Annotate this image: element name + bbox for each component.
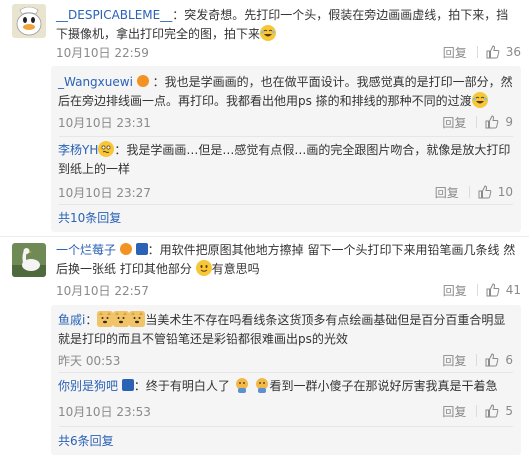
reply-button[interactable]: 回复 [443, 282, 467, 299]
username-link[interactable]: 李杨YH [58, 143, 98, 157]
reply-time: 昨天 00:53 [58, 354, 121, 368]
reply-divider [59, 372, 513, 373]
username-link[interactable]: 鱼戚i [58, 313, 85, 327]
fan-badge-icon [121, 379, 134, 391]
action-divider [476, 354, 478, 366]
reply-item: 鱼戚i： 当美术生不存在吗看线条这货顶多有点绘画基础但是百分百重合明显就是打印的而… [51, 305, 521, 371]
laugh-emoji-icon [471, 92, 488, 108]
like-button[interactable]: 9 [485, 115, 513, 129]
like-icon [486, 45, 500, 59]
like-button[interactable]: 36 [486, 45, 521, 59]
reply-meta: 昨天 00:53 回复 6 [58, 352, 513, 368]
reply-divider [59, 204, 513, 205]
comment: 一个烂莓子 ：用软件把原图其他地方擦掉 留下一个头打印下来用铅笔画几条线 然后换… [0, 238, 529, 455]
member-badge-icon [119, 243, 132, 255]
goose-avatar-icon [12, 243, 46, 277]
like-count: 36 [505, 45, 521, 59]
like-icon [485, 404, 499, 418]
like-button[interactable]: 5 [485, 404, 513, 418]
reply-item: _Wangxuewi ：我也是学画画的，也在做平面设计。我感觉真的是打印一部分，… [51, 66, 521, 134]
doge-emoji-icon [129, 311, 146, 327]
doge-emoji-icon [113, 311, 130, 327]
username-link[interactable]: __DESPICABLEME__ [56, 8, 172, 22]
reply-meta: 10月10日 23:31 回复 9 [58, 114, 513, 130]
comment-text: 一个烂莓子 ：用软件把原图其他地方擦掉 留下一个头打印下来用铅笔画几条线 然后换… [56, 241, 516, 279]
avatar[interactable] [12, 4, 46, 38]
action-divider [468, 186, 470, 198]
action-divider [476, 405, 478, 417]
comment-time: 10月10日 22:59 [56, 46, 149, 60]
comment: __DESPICABLEME__：突发奇想。先打印一个头，假装在旁边画画虚线，拍… [0, 0, 529, 232]
comment-meta: 10月10日 22:59 回复 36 [56, 44, 521, 60]
reply-text: 鱼戚i： 当美术生不存在吗看线条这货顶多有点绘画基础但是百分百重合明显就是打印的而… [58, 311, 513, 349]
dog-emoji-icon [254, 377, 270, 393]
reply-thread: 鱼戚i： 当美术生不存在吗看线条这货顶多有点绘画基础但是百分百重合明显就是打印的而… [51, 305, 521, 455]
reply-divider [59, 136, 513, 137]
laugh-emoji-icon [260, 25, 277, 41]
action-divider [476, 116, 478, 128]
reply-button[interactable]: 回复 [443, 44, 467, 61]
view-more-replies-link[interactable]: 共10条回复 [58, 209, 121, 226]
action-divider [476, 46, 478, 58]
confused-emoji-icon [98, 141, 115, 157]
like-icon [478, 185, 492, 199]
reply-button[interactable]: 回复 [442, 403, 466, 420]
like-button[interactable]: 41 [486, 283, 521, 297]
reply-thread: _Wangxuewi ：我也是学画画的，也在做平面设计。我感觉真的是打印一部分，… [51, 66, 521, 232]
reply-body: ：我是学画画…但是…感觉有点假…画的完全跟图片吻合，就像是放大打印到纸上的一样 [58, 143, 511, 176]
reply-divider [59, 426, 513, 427]
avatar[interactable] [12, 243, 46, 277]
username-link[interactable]: 你别是狗吧 [58, 379, 118, 393]
reply-text: 李杨YH ：我是学画画…但是…感觉有点假…画的完全跟图片吻合，就像是放大打印到纸上… [58, 141, 513, 179]
comment-text: __DESPICABLEME__：突发奇想。先打印一个头，假装在旁边画画虚线，拍… [56, 6, 516, 44]
like-count: 5 [505, 404, 513, 418]
reply-colon: ： [85, 313, 98, 327]
comment-meta: 10月10日 22:57 回复 41 [56, 282, 521, 298]
like-icon [485, 115, 499, 129]
view-more-replies-link[interactable]: 共6条回复 [58, 432, 114, 449]
comment-divider [0, 236, 529, 237]
reply-meta: 10月10日 23:53 回复 5 [58, 403, 513, 419]
reply-item: 你别是狗吧 ：终于有明白人了 看到一群小傻子在那说好厉害我真是干着急 10月10… [51, 375, 521, 425]
reply-button[interactable]: 回复 [442, 114, 466, 131]
like-icon [485, 353, 499, 367]
reply-time: 10月10日 23:27 [58, 186, 151, 200]
reply-time: 10月10日 23:31 [58, 116, 151, 130]
like-icon [486, 283, 500, 297]
doge-emoji-icon [97, 311, 114, 327]
reply-button[interactable]: 回复 [435, 184, 459, 201]
reply-body-tail: 看到一群小傻子在那说好厉害我真是干着急 [269, 379, 498, 393]
like-button[interactable]: 10 [478, 185, 513, 199]
dog-emoji-icon [234, 377, 250, 393]
action-divider [476, 284, 478, 296]
like-count: 41 [505, 283, 521, 297]
duck-avatar-icon [12, 4, 46, 38]
username-link[interactable]: 一个烂莓子 [56, 243, 116, 257]
reply-body: ：终于有明白人了 [133, 379, 230, 393]
reply-text: 你别是狗吧 ：终于有明白人了 看到一群小傻子在那说好厉害我真是干着急 [58, 377, 518, 396]
comment-body-tail: 有意思吗 [211, 262, 260, 276]
reply-item: 李杨YH ：我是学画画…但是…感觉有点假…画的完全跟图片吻合，就像是放大打印到纸上… [51, 139, 521, 201]
smile-emoji-icon [195, 260, 212, 276]
reply-meta: 10月10日 23:27 回复 10 [58, 184, 513, 200]
reply-time: 10月10日 23:53 [58, 405, 151, 419]
like-count: 10 [497, 185, 513, 199]
like-count: 6 [505, 353, 513, 367]
fan-badge-icon [135, 243, 148, 255]
like-count: 9 [505, 115, 513, 129]
reply-text: _Wangxuewi ：我也是学画画的，也在做平面设计。我感觉真的是打印一部分，… [58, 73, 513, 111]
reply-button[interactable]: 回复 [442, 352, 466, 369]
member-badge-icon [136, 75, 149, 87]
like-button[interactable]: 6 [485, 353, 513, 367]
username-link[interactable]: _Wangxuewi [58, 75, 133, 89]
comment-time: 10月10日 22:57 [56, 284, 149, 298]
